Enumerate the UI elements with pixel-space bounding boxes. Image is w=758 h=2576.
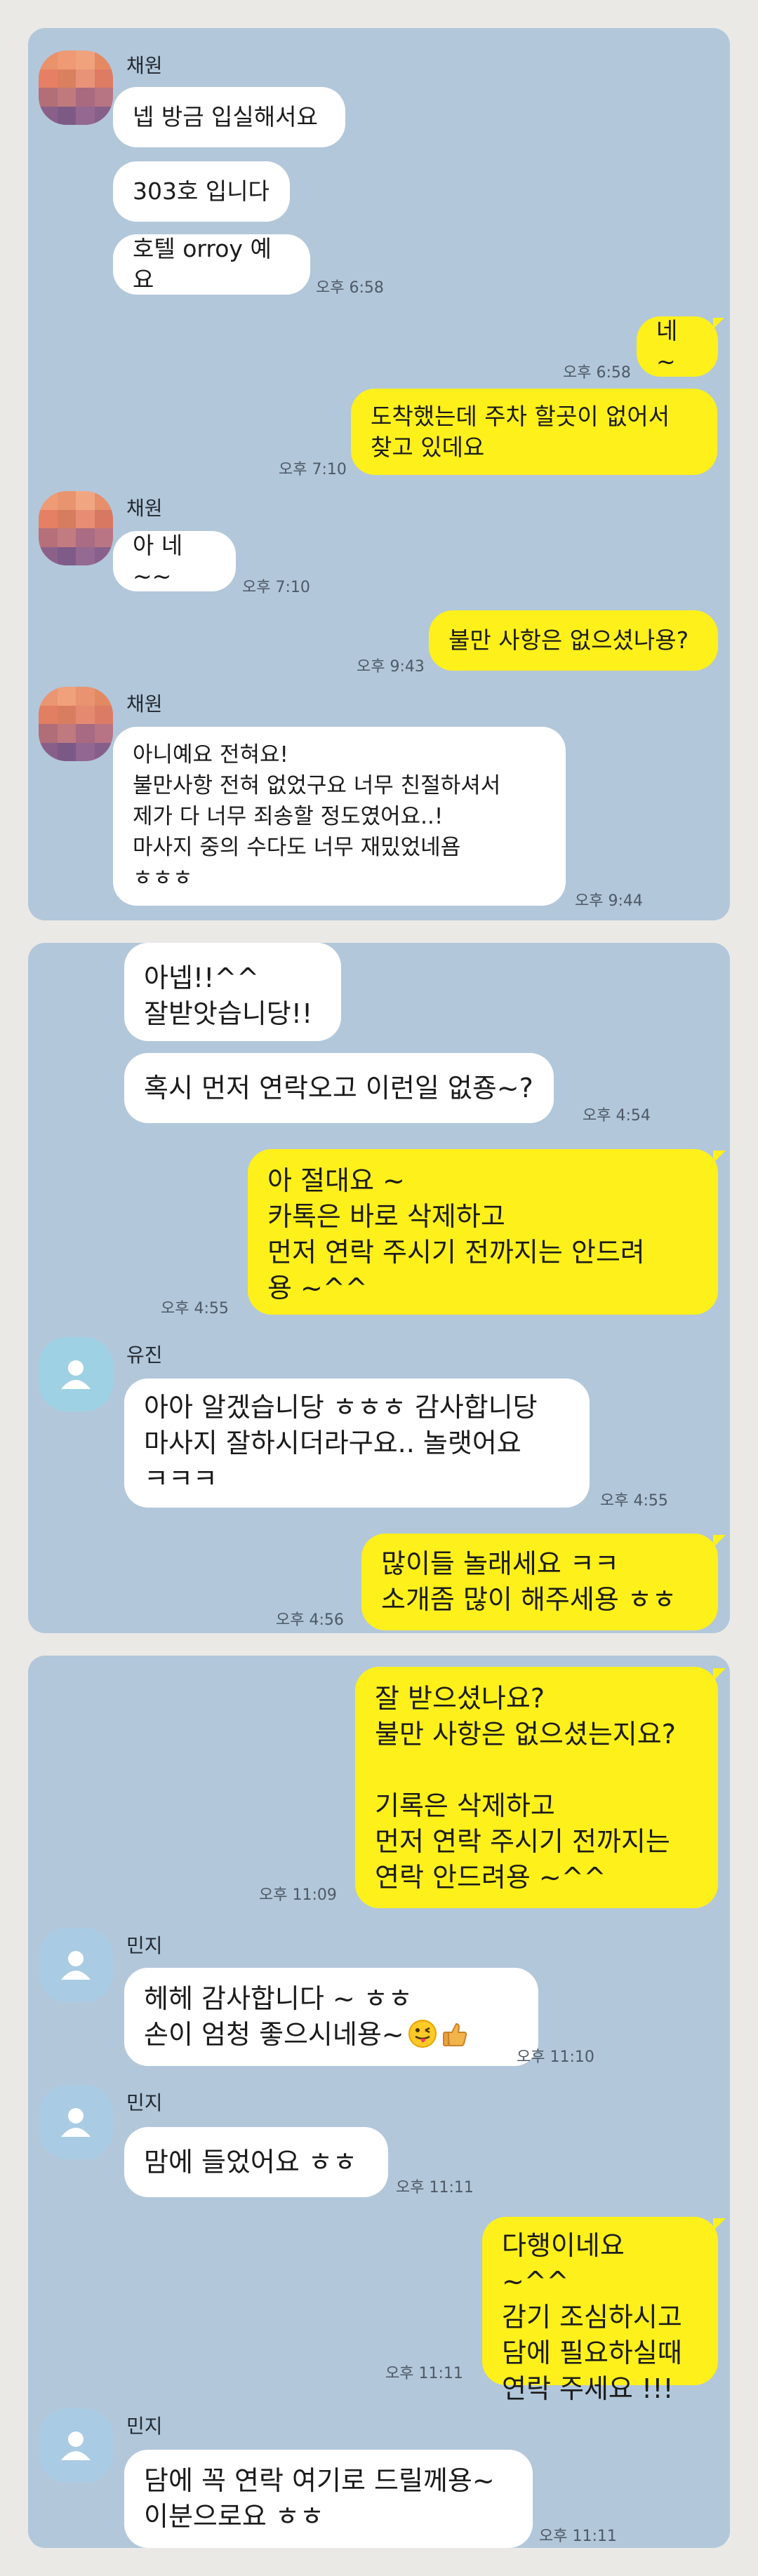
- message-text: 아 절대요 ~ 카톡은 바로 삭제하고 먼저 연락 주시기 전까지는 안드려 용…: [267, 1165, 645, 1303]
- message-time: 오후 9:44: [575, 892, 643, 910]
- message-bubble[interactable]: 아넵!!^^ 잘받앗습니당!!: [124, 943, 341, 1041]
- message-time: 오후 4:56: [276, 1611, 344, 1629]
- message-time: 오후 11:11: [385, 2365, 463, 2382]
- bubble-tail: [713, 1151, 726, 1163]
- sender-name: 민지: [126, 2415, 163, 2438]
- message-text: 넵 방금 입실해서요: [133, 103, 318, 130]
- message-text: 아 네~~: [133, 532, 183, 590]
- message-bubble[interactable]: 다행이네요 ~^^ 감기 조심하시고 담에 필요하실때 연락 주세요 !!!: [482, 2217, 718, 2404]
- message-bubble[interactable]: 호텔 orroy 예요: [113, 234, 310, 295]
- message-bubble[interactable]: 303호 입니다: [113, 161, 290, 222]
- message-time: 오후 4:55: [600, 1492, 668, 1510]
- tongue-out-emoji: [408, 2020, 437, 2048]
- sender-name: 채원: [126, 497, 163, 520]
- message-time: 오후 7:10: [242, 579, 310, 596]
- person-icon: [61, 1360, 91, 1389]
- message-bubble[interactable]: 헤헤 감사합니다 ~ ㅎㅎ 손이 엄청 좋으시네용~: [124, 1968, 538, 2066]
- message-bubble[interactable]: 네 ~: [637, 316, 718, 377]
- message-bubble[interactable]: 맘에 들었어요 ㅎㅎ: [124, 2127, 388, 2197]
- message-text: 불만 사항은 없으셨나용?: [448, 626, 689, 654]
- message-bubble[interactable]: 넵 방금 입실해서요: [113, 87, 345, 147]
- message-text: 네 ~: [656, 317, 678, 375]
- bubble-tail: [713, 318, 724, 329]
- message-time: 오후 4:55: [161, 1300, 229, 1317]
- chat-panel-1: 채원 넵 방금 입실해서요 303호 입니다 호텔 orroy 예요 오후 6:…: [28, 28, 730, 920]
- message-time: 오후 6:58: [316, 279, 384, 297]
- bubble-tail: [713, 1535, 726, 1548]
- message-text: 도착했는데 주차 할곳이 없어서 찾고 있데요: [371, 402, 670, 461]
- message-text: 혹시 먼저 연락오고 이런일 없죵~?: [144, 1072, 533, 1103]
- message-time: 오후 4:54: [583, 1107, 651, 1125]
- bubble-tail: [713, 1668, 726, 1681]
- sender-avatar[interactable]: [39, 1928, 113, 2002]
- sender-avatar[interactable]: [39, 1337, 113, 1411]
- sender-name: 민지: [126, 2091, 163, 2114]
- message-bubble[interactable]: 아아 알겠습니당 ㅎㅎㅎ 감사합니당 마사지 잘하시더라구요.. 놀랫어요 ㅋㅋ…: [124, 1378, 590, 1508]
- message-bubble[interactable]: 아 절대요 ~ 카톡은 바로 삭제하고 먼저 연락 주시기 전까지는 안드려 용…: [248, 1149, 718, 1315]
- message-text: 담에 꼭 연락 여기로 드릴께용~ 이분으로요 ㅎㅎ: [144, 2465, 495, 2532]
- message-text: 맘에 들었어요 ㅎㅎ: [144, 2146, 357, 2178]
- sender-name: 민지: [126, 1934, 163, 1957]
- message-text: 호텔 orroy 예요: [133, 235, 272, 293]
- chat-panel-3: 잘 받으셨나요? 불만 사항은 없으셨는지요? 기록은 삭제하고 먼저 연락 주…: [28, 1656, 730, 2548]
- thumbs-up-emoji: [442, 2022, 467, 2046]
- message-text: 잘 받으셨나요? 불만 사항은 없으셨는지요? 기록은 삭제하고 먼저 연락 주…: [375, 1683, 676, 1893]
- message-text: 다행이네요 ~^^ 감기 조심하시고 담에 필요하실때 연락 주세요 !!!: [502, 2230, 682, 2404]
- message-bubble[interactable]: 혹시 먼저 연락오고 이런일 없죵~?: [124, 1053, 554, 1123]
- message-text: 많이들 놀래세요 ㅋㅋ 소개좀 많이 해주세용 ㅎㅎ: [381, 1548, 677, 1615]
- message-text: 303호 입니다: [133, 177, 270, 205]
- message-bubble[interactable]: 도착했는데 주차 할곳이 없어서 찾고 있데요: [351, 389, 717, 475]
- sender-name: 채원: [126, 692, 163, 716]
- message-bubble[interactable]: 아니예요 전혀요! 불만사항 전혀 없었구요 너무 친절하셔서 제가 다 너무 …: [113, 727, 566, 906]
- sender-avatar[interactable]: [39, 2085, 113, 2159]
- chat-panel-2: 아넵!!^^ 잘받앗습니당!! 혹시 먼저 연락오고 이런일 없죵~? 오후 4…: [28, 943, 730, 1633]
- message-text: 헤헤 감사합니다 ~ ㅎㅎ 손이 엄청 좋으시네용~: [144, 1981, 470, 2053]
- message-time: 오후 11:10: [517, 2048, 594, 2066]
- person-icon: [61, 2108, 91, 2137]
- sender-name: 채원: [126, 54, 163, 77]
- sender-avatar[interactable]: [39, 2408, 113, 2483]
- message-time: 오후 6:58: [563, 364, 631, 382]
- message-text: 아아 알겠습니당 ㅎㅎㅎ 감사합니당 마사지 잘하시더라구요.. 놀랫어요 ㅋㅋ…: [144, 1391, 538, 1494]
- message-bubble[interactable]: 담에 꼭 연락 여기로 드릴께용~ 이분으로요 ㅎㅎ: [124, 2450, 533, 2548]
- message-bubble[interactable]: 불만 사항은 없으셨나용?: [429, 610, 718, 671]
- message-time: 오후 11:09: [259, 1886, 337, 1904]
- message-time: 오후 11:11: [539, 2528, 617, 2545]
- message-text-body: 헤헤 감사합니다 ~ ㅎㅎ 손이 엄청 좋으시네용~: [144, 1983, 413, 2050]
- message-bubble[interactable]: 잘 받으셨나요? 불만 사항은 없으셨는지요? 기록은 삭제하고 먼저 연락 주…: [355, 1667, 718, 1908]
- message-time: 오후 9:43: [357, 658, 425, 676]
- bubble-tail: [713, 2218, 726, 2231]
- message-text: 아넵!!^^ 잘받앗습니당!!: [144, 962, 313, 1029]
- message-text: 아니예요 전혀요! 불만사항 전혀 없었구요 너무 친절하셔서 제가 다 너무 …: [133, 742, 501, 891]
- message-time: 오후 7:10: [279, 461, 347, 478]
- person-icon: [61, 2431, 91, 2460]
- sender-avatar[interactable]: [39, 51, 113, 125]
- sender-name: 유진: [126, 1343, 163, 1367]
- message-time: 오후 11:11: [396, 2179, 474, 2196]
- message-bubble[interactable]: 아 네~~: [113, 531, 236, 591]
- person-icon: [61, 1951, 91, 1980]
- sender-avatar[interactable]: [39, 687, 113, 761]
- sender-avatar[interactable]: [39, 491, 113, 565]
- message-bubble[interactable]: 많이들 놀래세요 ㅋㅋ 소개좀 많이 해주세용 ㅎㅎ: [361, 1534, 718, 1630]
